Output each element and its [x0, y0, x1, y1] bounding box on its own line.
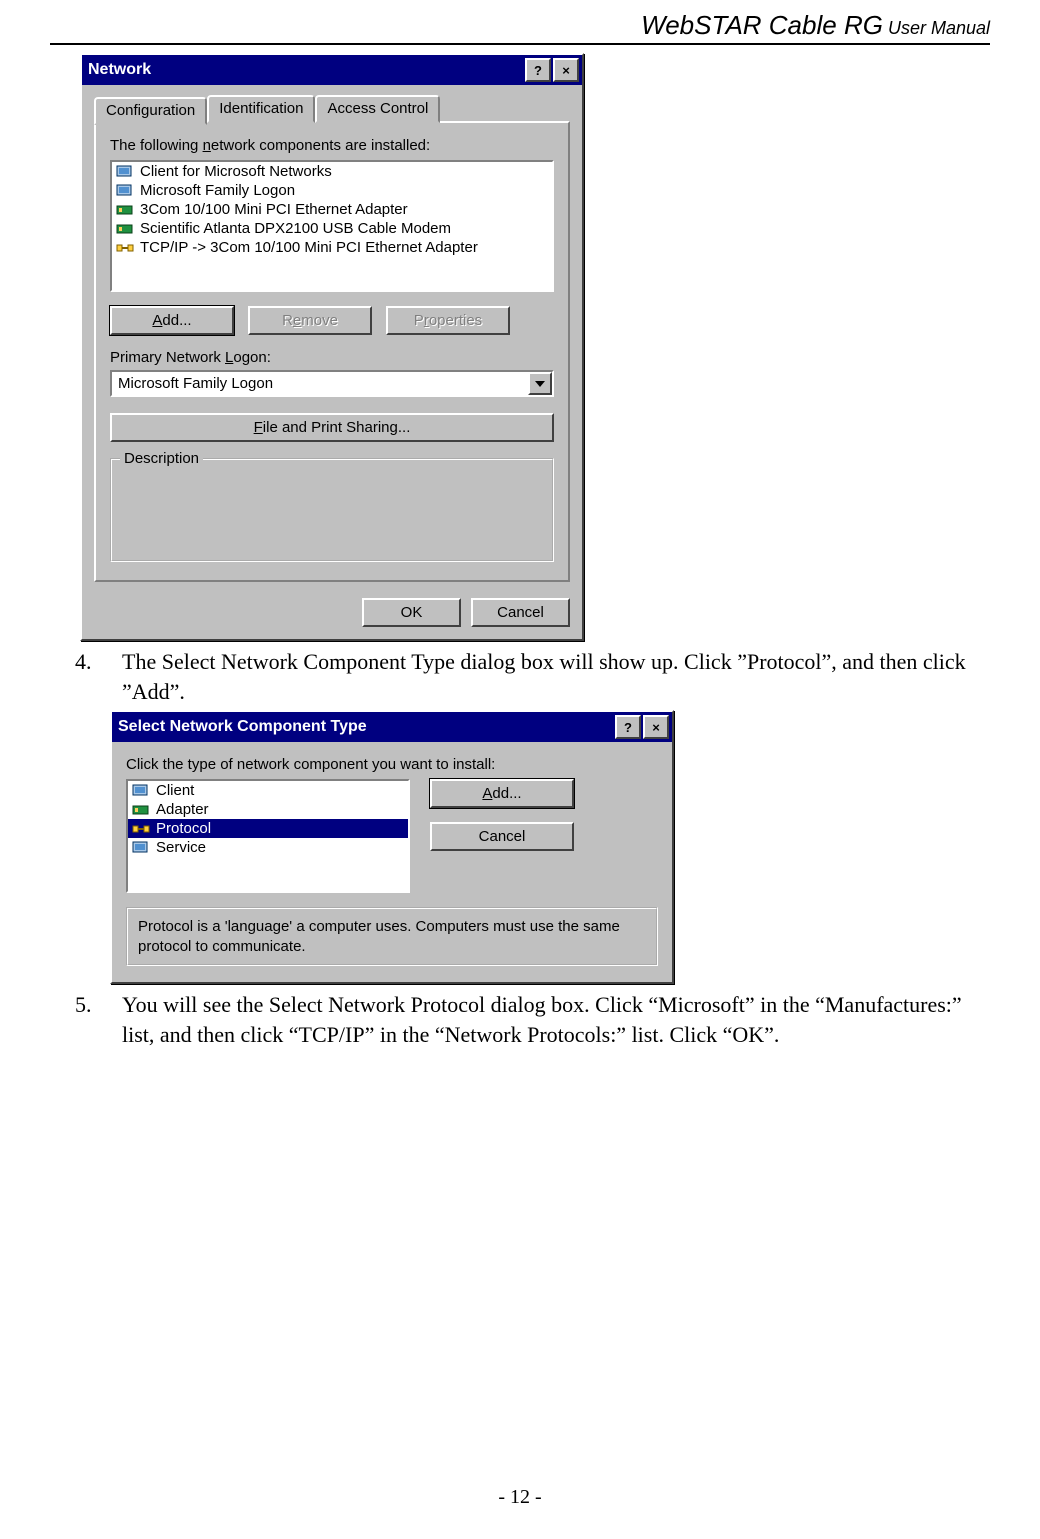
list-item[interactable]: TCP/IP -> 3Com 10/100 Mini PCI Ethernet … — [112, 238, 552, 257]
dialog-title: Network — [88, 61, 151, 79]
step-5: 5. You will see the Select Network Proto… — [75, 990, 990, 1049]
client-icon — [132, 783, 150, 799]
help-button[interactable]: ? — [525, 58, 551, 82]
tab-configuration[interactable]: Configuration — [94, 97, 207, 125]
prompt-text: Click the type of network component you … — [126, 756, 658, 773]
close-button[interactable]: × — [553, 58, 579, 82]
adapter-icon — [116, 221, 134, 237]
remove-button[interactable]: Remove — [248, 306, 372, 335]
list-item-adapter[interactable]: Adapter — [128, 800, 408, 819]
primary-logon-label: Primary Network Logon: — [110, 349, 554, 366]
chevron-down-icon[interactable] — [528, 372, 552, 395]
network-dialog: Network ? × Configuration Identification… — [80, 53, 584, 641]
client-icon — [116, 183, 134, 199]
protocol-icon — [116, 240, 134, 256]
step-4: 4. The Select Network Component Type dia… — [75, 647, 990, 706]
cancel-button[interactable]: Cancel — [430, 822, 574, 851]
dialog-title: Select Network Component Type — [118, 718, 367, 736]
adapter-icon — [132, 802, 150, 818]
component-type-listbox[interactable]: Client Adapter Protocol Service — [126, 779, 410, 893]
tab-panel: The following network components are ins… — [94, 121, 570, 582]
list-item[interactable]: Client for Microsoft Networks — [112, 162, 552, 181]
description-group: Protocol is a 'language' a computer uses… — [126, 907, 658, 966]
list-item-protocol[interactable]: Protocol — [128, 819, 408, 838]
doc-subtitle: User Manual — [883, 18, 990, 38]
properties-button[interactable]: Properties — [386, 306, 510, 335]
list-item-client[interactable]: Client — [128, 781, 408, 800]
add-button[interactable]: Add... — [430, 779, 574, 808]
installed-label: The following network components are ins… — [110, 137, 554, 154]
list-item[interactable]: Microsoft Family Logon — [112, 181, 552, 200]
titlebar[interactable]: Network ? × — [82, 55, 582, 85]
header-rule — [50, 43, 990, 45]
description-group: Description — [110, 458, 554, 562]
page-number: - 12 - — [0, 1486, 1040, 1509]
page-header: WebSTAR Cable RG User Manual — [50, 0, 990, 41]
doc-brand: WebSTAR Cable RG — [641, 10, 883, 40]
primary-logon-value: Microsoft Family Logon — [112, 372, 528, 395]
protocol-icon — [132, 821, 150, 837]
ok-button[interactable]: OK — [362, 598, 461, 627]
list-item[interactable]: Scientific Atlanta DPX2100 USB Cable Mod… — [112, 219, 552, 238]
adapter-icon — [116, 202, 134, 218]
close-button[interactable]: × — [643, 715, 669, 739]
file-print-sharing-button[interactable]: File and Print Sharing... — [110, 413, 554, 442]
tab-identification[interactable]: Identification — [207, 95, 315, 123]
components-listbox[interactable]: Client for Microsoft Networks Microsoft … — [110, 160, 554, 292]
service-icon — [132, 840, 150, 856]
help-button[interactable]: ? — [615, 715, 641, 739]
tab-access-control[interactable]: Access Control — [315, 95, 440, 123]
cancel-button[interactable]: Cancel — [471, 598, 570, 627]
client-icon — [116, 164, 134, 180]
description-caption: Description — [120, 450, 203, 467]
list-item-service[interactable]: Service — [128, 838, 408, 857]
primary-logon-combo[interactable]: Microsoft Family Logon — [110, 370, 554, 397]
component-type-dialog: Select Network Component Type ? × Click … — [110, 710, 674, 984]
description-text: Protocol is a 'language' a computer uses… — [138, 917, 646, 956]
add-button[interactable]: Add... — [110, 306, 234, 335]
titlebar[interactable]: Select Network Component Type ? × — [112, 712, 672, 742]
list-item[interactable]: 3Com 10/100 Mini PCI Ethernet Adapter — [112, 200, 552, 219]
